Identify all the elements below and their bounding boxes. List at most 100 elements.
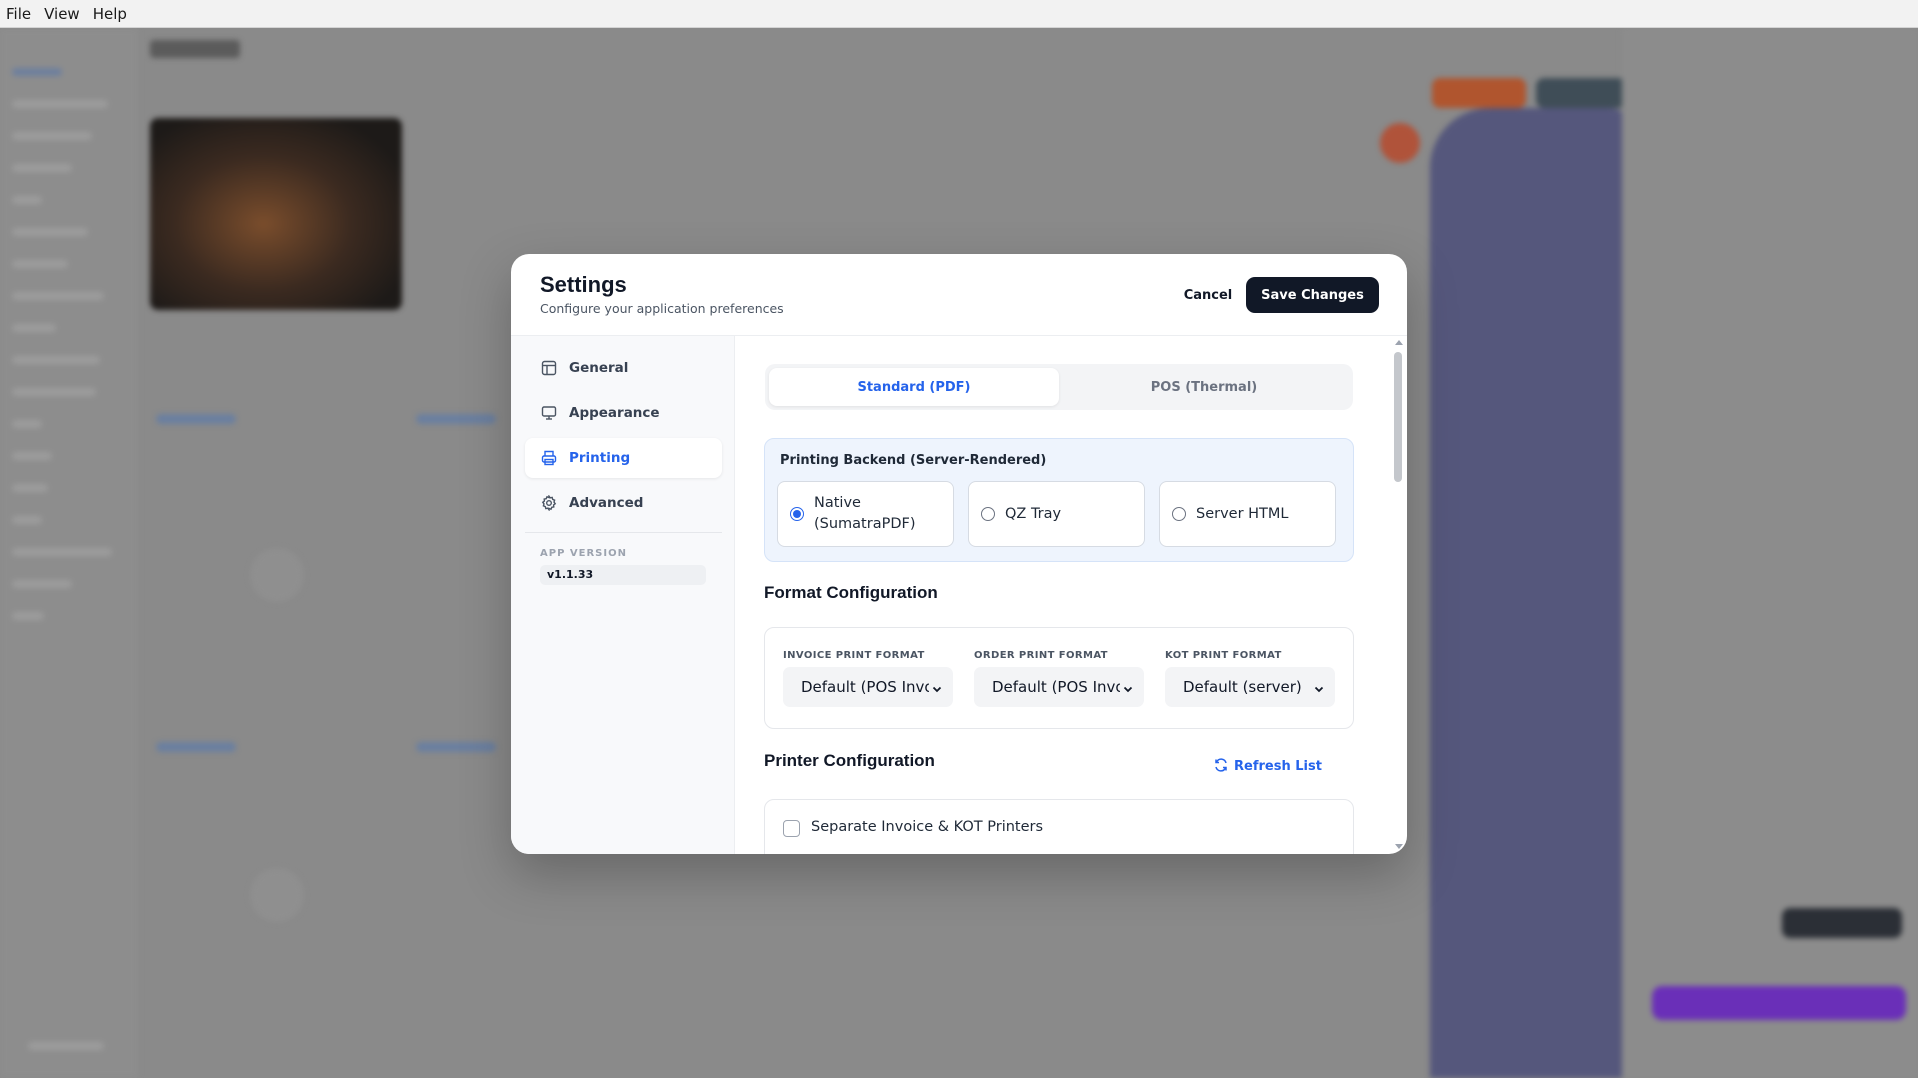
background-line [12,548,112,556]
backend-option-label: Native (SumatraPDF) [814,495,916,532]
backend-option-server-html[interactable]: Server HTML [1159,481,1336,547]
content-scrollbar[interactable] [1392,338,1404,852]
background-button [1536,78,1626,108]
select-value: Default (POS Invo [992,678,1120,696]
order-format-label: ORDER PRINT FORMAT [974,650,1108,661]
background-line [12,228,88,236]
gear-icon [540,495,557,512]
print-mode-tabs: Standard (PDF) POS (Thermal) [765,364,1353,410]
select-value: Default (server) [1183,678,1302,696]
backend-option-label: QZ Tray [1005,505,1062,522]
format-configuration-heading: Format Configuration [764,583,938,602]
nav-item-label: Advanced [569,495,644,511]
printer-configuration-box: Separate Invoice & KOT Printers [764,799,1354,854]
scroll-up-arrow-icon[interactable] [1395,340,1403,345]
scroll-down-arrow-icon[interactable] [1395,844,1403,849]
background-line [12,452,52,460]
separate-printers-label: Separate Invoice & KOT Printers [811,819,1044,835]
order-format-field: ORDER PRINT FORMAT Default (POS Invo [974,650,1144,707]
kot-format-label: KOT PRINT FORMAT [1165,650,1282,661]
background-line [12,324,56,332]
invoice-format-select[interactable]: Default (POS Invo [783,667,953,707]
background-circle [250,868,304,922]
printer-icon [540,450,557,467]
background-pill [156,414,236,424]
background-title [150,40,240,58]
background-line [12,68,62,76]
invoice-format-field: INVOICE PRINT FORMAT Default (POS Invo [783,650,953,707]
app-version-value: v1.1.33 [540,565,706,585]
app-version-label: APP VERSION [540,548,627,559]
background-line [12,132,92,140]
tab-pos-thermal[interactable]: POS (Thermal) [1059,368,1349,406]
refresh-list-label: Refresh List [1234,759,1322,774]
backend-option-label: Server HTML [1196,505,1289,522]
backend-option-native[interactable]: Native (SumatraPDF) [777,481,954,547]
background-line [28,1042,104,1050]
menu-view[interactable]: View [44,5,80,23]
settings-nav: General Appearance Printing Advanced APP… [511,336,735,854]
order-format-select[interactable]: Default (POS Invo [974,667,1144,707]
backend-option-qz-tray[interactable]: QZ Tray [968,481,1145,547]
tab-standard-pdf[interactable]: Standard (PDF) [769,368,1059,406]
modal-header: Settings Configure your application pref… [511,254,1407,336]
background-line [12,484,48,492]
separate-printers-checkbox[interactable] [783,820,800,837]
radio-unselected[interactable] [981,507,995,521]
scrollbar-thumb[interactable] [1394,352,1402,482]
background-button [1782,908,1902,938]
background-line [12,196,42,204]
printing-backend-box: Printing Backend (Server-Rendered) Nativ… [764,438,1354,562]
background-button [1432,78,1526,108]
printing-settings-panel: Standard (PDF) POS (Thermal) Printing Ba… [736,336,1407,854]
background-line [12,292,104,300]
nav-item-label: Appearance [569,405,660,421]
nav-divider [525,532,722,533]
background-sidebar [0,28,138,1078]
background-pill [416,414,496,424]
kot-format-field: KOT PRINT FORMAT Default (server) [1165,650,1335,707]
background-line [12,388,96,396]
chevron-down-icon [1313,680,1325,699]
kot-format-select[interactable]: Default (server) [1165,667,1335,707]
background-line [12,516,42,524]
background-avatar [1380,123,1420,163]
background-line [12,164,72,172]
radio-selected[interactable] [790,507,804,521]
background-product-image [150,118,402,310]
background-line [12,100,108,108]
radio-unselected[interactable] [1172,507,1186,521]
background-pill [156,742,236,752]
select-value: Default (POS Invo [801,678,929,696]
background-checkout-button [1652,986,1906,1020]
nav-item-general[interactable]: General [525,348,722,388]
menu-help[interactable]: Help [93,5,127,23]
nav-item-advanced[interactable]: Advanced [525,483,722,523]
format-configuration-box: INVOICE PRINT FORMAT Default (POS Invo O… [764,627,1354,729]
refresh-list-button[interactable]: Refresh List [1214,757,1322,776]
nav-item-printing[interactable]: Printing [525,438,722,478]
chevron-down-icon [931,680,943,699]
background-wave [1430,108,1630,1078]
menu-file[interactable]: File [6,5,31,23]
printing-backend-title: Printing Backend (Server-Rendered) [780,453,1047,468]
background-line [12,260,68,268]
chevron-down-icon [1122,680,1134,699]
nav-item-label: Printing [569,450,631,466]
background-line [12,356,100,364]
cancel-button[interactable]: Cancel [1161,277,1255,313]
menu-bar: File View Help [0,0,1918,28]
layout-icon [540,360,557,377]
background-pill [416,742,496,752]
modal-title: Settings [540,272,627,297]
monitor-icon [540,405,557,422]
settings-modal: Settings Configure your application pref… [511,254,1407,854]
background-line [12,420,42,428]
save-changes-button[interactable]: Save Changes [1246,277,1379,313]
invoice-format-label: INVOICE PRINT FORMAT [783,650,925,661]
refresh-icon [1214,757,1228,776]
background-circle [250,548,304,602]
nav-item-appearance[interactable]: Appearance [525,393,722,433]
printer-configuration-heading: Printer Configuration [764,751,935,770]
background-line [12,612,44,620]
